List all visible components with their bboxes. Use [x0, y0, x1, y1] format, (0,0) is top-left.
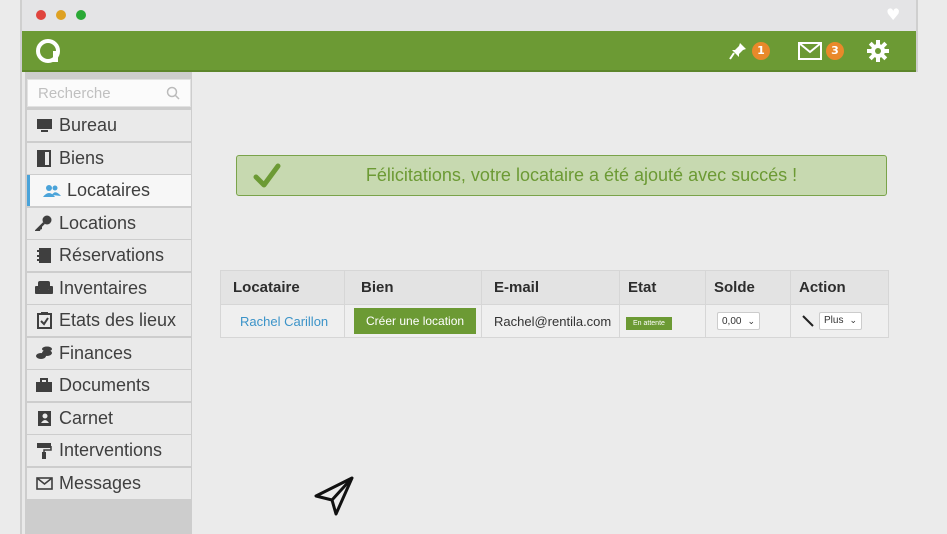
sidebar-nav: Bureau Biens Locataires Locations Réserv… — [27, 110, 191, 500]
sidebar-item-interventions[interactable]: Interventions — [27, 435, 191, 466]
sidebar-item-label: Finances — [59, 342, 133, 363]
sidebar-item-label: Bureau — [59, 115, 118, 135]
main-content: Félicitations, votre locataire a été ajo… — [192, 72, 918, 534]
envelope-icon — [798, 42, 822, 60]
notebook-icon — [35, 247, 53, 265]
sidebar-item-label: Messages — [59, 472, 142, 493]
clipboard-check-icon — [35, 312, 53, 330]
messages-count-badge: 3 — [826, 42, 844, 60]
sidebar: Bureau Biens Locataires Locations — [25, 72, 192, 534]
title-bar: ♥ — [22, 0, 916, 31]
col-header-locataire[interactable]: Locataire — [220, 270, 345, 305]
sidebar-item-label: Etats des lieux — [59, 310, 177, 330]
messages-notification[interactable]: 3 — [798, 39, 844, 63]
envelope-icon — [35, 474, 53, 492]
search-icon[interactable] — [166, 86, 180, 100]
maximize-window-button[interactable] — [76, 10, 86, 20]
sidebar-item-label: Biens — [59, 147, 105, 168]
gear-icon — [867, 40, 889, 62]
sidebar-item-label: Carnet — [59, 407, 114, 428]
pin-notification[interactable]: 1 — [728, 39, 770, 63]
logo-icon[interactable] — [35, 38, 61, 64]
heart-icon[interactable]: ♥ — [886, 7, 902, 23]
table-header-row: Locataire Bien E-mail Etat Solde Action — [220, 270, 889, 305]
door-icon — [35, 149, 53, 167]
success-message: Félicitations, votre locataire a été ajo… — [365, 165, 798, 185]
solde-select[interactable]: 0,00 ⌄ — [717, 312, 761, 331]
status-badge: En attente — [626, 316, 672, 330]
sidebar-item-carnet[interactable]: Carnet — [27, 402, 191, 434]
sidebar-item-label: Locations — [59, 212, 137, 233]
top-bar: 1 3 — [22, 31, 916, 72]
sidebar-item-documents[interactable]: Documents — [27, 370, 191, 401]
users-icon — [43, 182, 61, 200]
sidebar-item-label: Interventions — [59, 440, 163, 460]
create-location-button[interactable]: Créer une location — [354, 308, 477, 334]
tenants-table: Locataire Bien E-mail Etat Solde Action … — [220, 270, 889, 338]
sidebar-item-etats-des-lieux[interactable]: Etats des lieux — [27, 305, 191, 336]
col-header-action[interactable]: Action — [790, 270, 889, 305]
success-alert: Félicitations, votre locataire a été ajo… — [236, 155, 887, 196]
pin-icon — [729, 43, 746, 60]
col-header-solde[interactable]: Solde — [705, 270, 791, 305]
sidebar-item-inventaires[interactable]: Inventaires — [27, 272, 191, 304]
tenant-email: Rachel@rentila.com — [481, 304, 620, 338]
sidebar-item-finances[interactable]: Finances — [27, 337, 191, 369]
minimize-window-button[interactable] — [56, 10, 66, 20]
action-select-value: Plus — [824, 315, 844, 326]
armchair-icon — [35, 279, 53, 297]
sidebar-item-messages[interactable]: Messages — [27, 467, 191, 499]
action-select[interactable]: Plus ⌄ — [819, 311, 862, 330]
pin-count-badge: 1 — [752, 42, 770, 60]
settings-button[interactable] — [867, 39, 889, 63]
solde-value: 0,00 — [722, 315, 742, 327]
sidebar-item-label: Documents — [59, 375, 151, 395]
col-header-email[interactable]: E-mail — [481, 270, 620, 305]
briefcase-icon — [35, 377, 53, 395]
sidebar-item-label: Locataires — [67, 180, 151, 200]
sidebar-item-locataires[interactable]: Locataires — [27, 175, 191, 206]
chevron-down-icon: ⌄ — [747, 315, 756, 326]
sidebar-item-label: Inventaires — [59, 277, 148, 298]
paint-roller-icon — [35, 442, 53, 460]
contact-book-icon — [35, 409, 53, 427]
table-row: Rachel Carillon Créer une location Rache… — [220, 304, 889, 338]
close-window-button[interactable] — [36, 10, 46, 20]
sidebar-item-label: Réservations — [59, 245, 165, 265]
edit-icon[interactable] — [801, 314, 815, 328]
sidebar-item-bureau[interactable]: Bureau — [27, 110, 191, 141]
search-input[interactable] — [28, 80, 158, 106]
sidebar-item-biens[interactable]: Biens — [27, 142, 191, 174]
monitor-icon — [35, 117, 53, 135]
cursor-arrow-icon — [314, 476, 354, 516]
sidebar-item-reservations[interactable]: Réservations — [27, 240, 191, 271]
sidebar-item-locations[interactable]: Locations — [27, 207, 191, 239]
coins-icon — [35, 344, 53, 362]
col-header-etat[interactable]: Etat — [619, 270, 706, 305]
app-window: ♥ 1 3 Recherche Bureau Biens Locataires … — [20, 0, 918, 534]
key-icon — [35, 214, 53, 232]
col-header-bien[interactable]: Bien — [344, 270, 482, 305]
tenant-name-link[interactable]: Rachel Carillon — [240, 314, 328, 329]
action-group: Plus ⌄ — [801, 311, 862, 330]
chevron-down-icon: ⌄ — [849, 315, 857, 325]
search-box — [27, 79, 191, 107]
